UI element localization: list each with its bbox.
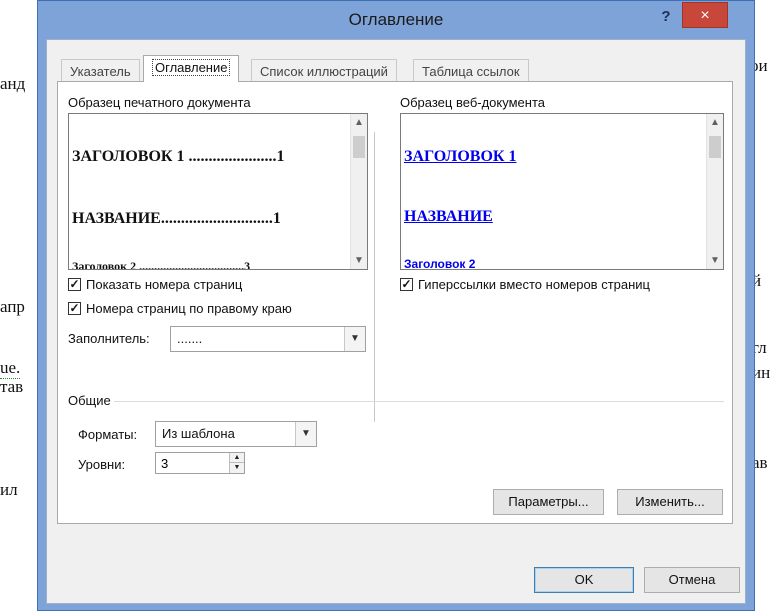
help-button[interactable]: ?	[654, 5, 678, 29]
right-align-checkbox[interactable]: ✓	[68, 302, 81, 315]
chevron-down-icon[interactable]: ▼	[344, 327, 365, 351]
levels-spinner[interactable]: 3 ▲ ▼	[155, 452, 245, 474]
doc-fragment: анд	[0, 74, 26, 93]
group-divider	[114, 401, 724, 402]
title-bar[interactable]: Оглавление ? ×	[38, 1, 754, 39]
doc-fragment: тав	[0, 377, 24, 396]
scroll-thumb[interactable]	[353, 136, 365, 158]
general-group-label: Общие	[68, 393, 111, 408]
formats-label: Форматы:	[78, 427, 138, 442]
preview-divider	[374, 132, 375, 422]
modify-button[interactable]: Изменить...	[617, 489, 723, 515]
chevron-down-icon[interactable]: ▼	[295, 422, 316, 446]
toc-dialog: Оглавление ? × Указатель Оглавление Спис…	[37, 0, 755, 611]
print-preview-heading1: ЗАГОЛОВОК 1 ......................1	[72, 148, 285, 165]
chevron-up-icon[interactable]: ▲	[707, 117, 723, 128]
chevron-down-icon[interactable]: ▼	[707, 255, 723, 266]
web-preview-label: Образец веб-документа	[400, 95, 545, 110]
tab-leader-select[interactable]: ....... ▼	[170, 326, 366, 352]
tab-illustrations[interactable]: Список иллюстраций	[251, 59, 397, 81]
web-preview-box[interactable]: ЗАГОЛОВОК 1 НАЗВАНИЕ Заголовок 2 ▲ ▼	[400, 113, 724, 270]
print-preview-scrollbar[interactable]: ▲ ▼	[350, 114, 367, 269]
web-preview-title-link[interactable]: НАЗВАНИЕ	[404, 208, 493, 226]
tab-label: Оглавление	[152, 59, 231, 76]
chevron-up-icon[interactable]: ▲	[351, 117, 367, 128]
close-button[interactable]: ×	[682, 2, 728, 28]
tab-toc[interactable]: Оглавление	[143, 55, 240, 82]
tab-panel-toc: Образец печатного документа ЗАГОЛОВОК 1 …	[57, 81, 733, 524]
tab-citations[interactable]: Таблица ссылок	[413, 59, 529, 81]
show-page-numbers-checkbox[interactable]: ✓	[68, 278, 81, 291]
right-align-label[interactable]: Номера страниц по правому краю	[86, 301, 292, 316]
chevron-down-icon[interactable]: ▼	[351, 255, 367, 266]
cancel-button[interactable]: Отмена	[644, 567, 740, 593]
tab-label: Список иллюстраций	[260, 64, 388, 79]
ok-button[interactable]: OK	[534, 567, 634, 593]
tab-leader-value: .......	[177, 331, 203, 346]
tab-label: Указатель	[70, 64, 131, 79]
web-preview-heading1-link[interactable]: ЗАГОЛОВОК 1	[404, 148, 517, 166]
print-preview-heading2: Заголовок 2 ............................…	[72, 259, 251, 270]
print-preview-box[interactable]: ЗАГОЛОВОК 1 ......................1 НАЗВ…	[68, 113, 368, 270]
web-preview-scrollbar[interactable]: ▲ ▼	[706, 114, 723, 269]
dialog-title: Оглавление	[348, 10, 444, 29]
doc-fragment: ue.	[0, 358, 21, 379]
options-button[interactable]: Параметры...	[493, 489, 604, 515]
tab-leader-label: Заполнитель:	[68, 331, 150, 346]
levels-value: 3	[161, 456, 169, 471]
dialog-body: Указатель Оглавление Список иллюстраций …	[46, 39, 746, 604]
show-page-numbers-label[interactable]: Показать номера страниц	[86, 277, 242, 292]
formats-value: Из шаблона	[162, 426, 235, 441]
web-preview-heading2-link[interactable]: Заголовок 2	[404, 257, 475, 269]
doc-fragment: апр	[0, 297, 25, 316]
spin-up-icon[interactable]: ▲	[230, 453, 244, 463]
tab-label: Таблица ссылок	[422, 64, 520, 79]
scroll-thumb[interactable]	[709, 136, 721, 158]
formats-select[interactable]: Из шаблона ▼	[155, 421, 317, 447]
levels-label: Уровни:	[78, 457, 126, 472]
spinner-buttons: ▲ ▼	[229, 453, 244, 473]
spin-down-icon[interactable]: ▼	[230, 463, 244, 472]
tab-index[interactable]: Указатель	[61, 59, 140, 81]
print-preview-label: Образец печатного документа	[68, 95, 251, 110]
hyperlinks-checkbox[interactable]: ✓	[400, 278, 413, 291]
doc-fragment: ил	[0, 480, 18, 499]
print-preview-title: НАЗВАНИЕ............................1	[72, 210, 281, 227]
hyperlinks-label[interactable]: Гиперссылки вместо номеров страниц	[418, 277, 650, 292]
